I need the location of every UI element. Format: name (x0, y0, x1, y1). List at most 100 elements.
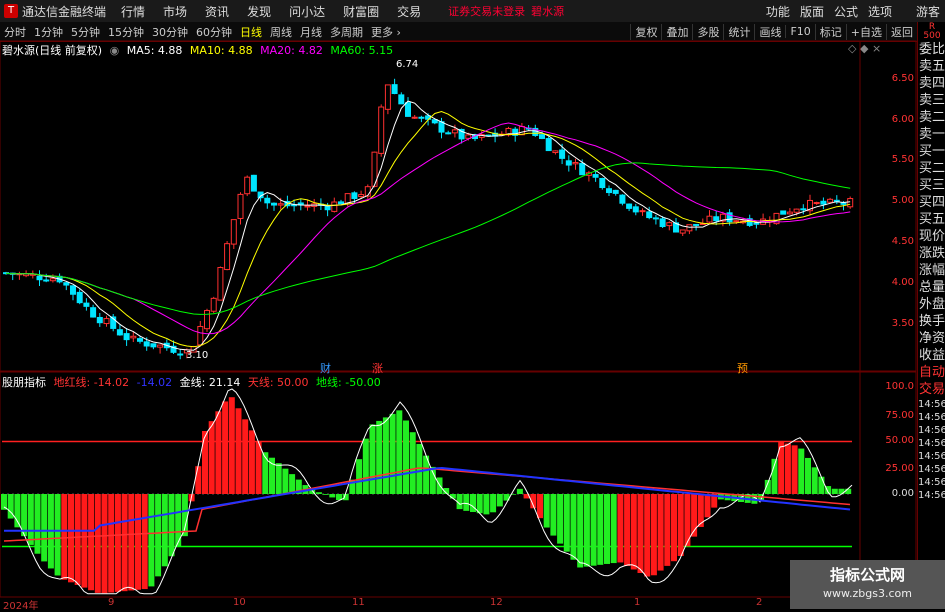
candle-body (378, 106, 385, 154)
period-monthly[interactable]: 月线 (296, 24, 326, 40)
indicator-bar (717, 494, 724, 500)
finance-marker[interactable]: 财 (320, 360, 331, 376)
price-axis-label: 4.00 (891, 277, 914, 288)
sidebar-item[interactable]: 卖四 (918, 75, 945, 92)
sidebar-item[interactable]: 交易 (918, 381, 945, 398)
indicator-bar (423, 455, 430, 494)
tick-time: 14:56 (918, 464, 945, 475)
candle-body (371, 151, 378, 187)
sidebar-item[interactable]: 买二 (918, 160, 945, 177)
sidebar-item[interactable]: 买三 (918, 177, 945, 194)
menu-jiaoyi[interactable]: 交易 (388, 3, 430, 20)
menu-caifuquan[interactable]: 财富圈 (334, 3, 388, 20)
gold-line (3, 388, 853, 595)
menu-gongshi[interactable]: 公式 (829, 3, 863, 20)
indicator-bar (309, 489, 316, 494)
candle-body (90, 307, 97, 318)
btn-fanhui[interactable]: 返回 (886, 23, 917, 40)
price-axis-label: 3.50 (891, 318, 914, 329)
indicator-bar (791, 445, 798, 494)
main-legend: 碧水源(日线 前复权) ◉ MA5: 4.88 MA10: 4.88 MA20:… (2, 42, 397, 58)
candle-body (163, 342, 170, 349)
btn-f10[interactable]: F10 (785, 25, 814, 38)
sidebar-item[interactable]: 换手 (918, 313, 945, 330)
period-15min[interactable]: 15分钟 (104, 24, 148, 40)
menu-shichang[interactable]: 市场 (154, 3, 196, 20)
candle-body (800, 208, 807, 211)
period-multi[interactable]: 多周期 (326, 24, 367, 40)
indicator-bar (751, 494, 758, 504)
sidebar-item[interactable]: 净资 (918, 330, 945, 347)
btn-fuquan[interactable]: 复权 (630, 23, 661, 40)
sidebar-item[interactable]: 卖三 (918, 92, 945, 109)
btn-tongji[interactable]: 统计 (723, 23, 754, 40)
ground-line-label: 地线: -50.00 (316, 376, 381, 389)
kline-chart[interactable] (0, 0, 945, 609)
period-1min[interactable]: 1分钟 (30, 24, 67, 40)
sidebar-item[interactable]: 买四 (918, 194, 945, 211)
sidebar-item[interactable]: 现价 (918, 228, 945, 245)
sky-line-label: 天线: 50.00 (247, 376, 309, 389)
sidebar-item[interactable]: 卖一 (918, 126, 945, 143)
r-badge[interactable]: R 500 (918, 22, 945, 41)
settings-icon[interactable]: ◆ (860, 42, 868, 55)
period-daily[interactable]: 日线 (236, 24, 266, 40)
sidebar-item[interactable]: 收益 (918, 347, 945, 364)
menu-hangqing[interactable]: 行情 (112, 3, 154, 20)
candle-body (539, 134, 545, 139)
indicator-bar (838, 488, 845, 494)
sidebar-item[interactable]: 外盘 (918, 296, 945, 313)
sidebar-item[interactable]: 委比 (918, 41, 945, 58)
sidebar-item[interactable]: 涨跌 (918, 245, 945, 262)
menu-gongneng[interactable]: 功能 (761, 3, 795, 20)
btn-zixuan[interactable]: +自选 (845, 23, 886, 40)
sidebar-item[interactable]: 买五 (918, 211, 945, 228)
guest-button[interactable]: 游客 (911, 3, 945, 20)
sidebar-item[interactable]: 卖二 (918, 109, 945, 126)
candle-body (780, 210, 787, 215)
candle-body (465, 134, 472, 139)
indicator-bar (530, 494, 537, 509)
candle-body (331, 201, 338, 212)
rise-marker[interactable]: 涨 (372, 360, 383, 376)
menu-banmian[interactable]: 版面 (795, 3, 829, 20)
indicator-bar (429, 466, 436, 494)
btn-duogu[interactable]: 多股 (692, 23, 723, 40)
menu-wenxiaoda[interactable]: 问小达 (280, 3, 334, 20)
sidebar-item[interactable]: 自动 (918, 364, 945, 381)
chevron-right-icon: › (396, 25, 401, 39)
period-5min[interactable]: 5分钟 (67, 24, 104, 40)
menu-zixun[interactable]: 资讯 (196, 3, 238, 20)
period-60min[interactable]: 60分钟 (192, 24, 236, 40)
indicator-bar (202, 431, 208, 494)
sidebar-item[interactable]: 总量 (918, 279, 945, 296)
candle-body (786, 211, 793, 215)
menu-xuanxiang[interactable]: 选项 (863, 3, 897, 20)
candle-body (498, 133, 505, 136)
sidebar-item[interactable]: 买一 (918, 143, 945, 160)
sidebar-item[interactable]: 涨幅 (918, 262, 945, 279)
period-weekly[interactable]: 周线 (266, 24, 296, 40)
candle-body (713, 216, 720, 222)
close-icon[interactable]: × (872, 42, 881, 55)
period-30min[interactable]: 30分钟 (148, 24, 192, 40)
menu-faxian[interactable]: 发现 (238, 3, 280, 20)
login-notice[interactable]: 证券交易未登录 (448, 3, 525, 19)
indicator-bar (161, 494, 168, 567)
gold-line-label: 金线: 21.14 (179, 376, 241, 389)
diamond-icon[interactable]: ◇ (848, 42, 856, 55)
period-fenshi[interactable]: 分时 (0, 24, 30, 40)
forecast-marker[interactable]: 预 (737, 360, 748, 376)
candle-body (297, 202, 304, 206)
btn-huaxian[interactable]: 画线 (754, 23, 785, 40)
btn-biaoji[interactable]: 标记 (814, 23, 846, 40)
legend-toggle-icon[interactable]: ◉ (110, 44, 120, 57)
period-more[interactable]: 更多 › (367, 24, 405, 40)
ind-axis-label: 100.0 (885, 381, 914, 392)
btn-diejia[interactable]: 叠加 (661, 23, 692, 40)
sidebar-item[interactable]: 卖五 (918, 58, 945, 75)
x-label: 10 (233, 597, 246, 608)
indicator-bar (570, 494, 577, 560)
ma10-line (5, 110, 851, 348)
indicator-bar (262, 452, 269, 494)
